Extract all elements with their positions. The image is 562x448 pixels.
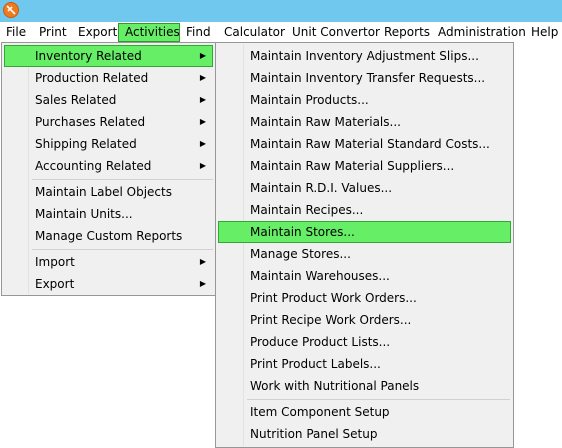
menu-item-label: Produce Product Lists... <box>250 335 391 349</box>
menu-item-maintain-inventory-transfer-requests[interactable]: Maintain Inventory Transfer Requests... <box>218 67 511 89</box>
submenu-arrow-icon: ▶ <box>199 51 206 60</box>
menu-item-maintain-label-objects[interactable]: Maintain Label Objects <box>4 181 213 203</box>
menu-item-label: Maintain Stores... <box>250 225 355 239</box>
menu-item-label: Maintain Units... <box>35 207 133 221</box>
menu-item-maintain-rdi-values[interactable]: Maintain R.D.I. Values... <box>218 177 511 199</box>
menu-item-label: Accounting Related <box>35 159 152 173</box>
menu-file[interactable]: File <box>6 23 26 42</box>
menu-item-maintain-raw-material-standard-costs[interactable]: Maintain Raw Material Standard Costs... <box>218 133 511 155</box>
menu-item-maintain-recipes[interactable]: Maintain Recipes... <box>218 199 511 221</box>
menu-item-label: Inventory Related <box>35 49 142 63</box>
menu-item-nutrition-panel-setup[interactable]: Nutrition Panel Setup <box>218 423 511 445</box>
menu-item-sales-related[interactable]: Sales Related ▶ <box>4 89 213 111</box>
menu-item-label: Print Product Labels... <box>250 357 381 371</box>
menu-find[interactable]: Find <box>186 23 211 42</box>
menu-item-label: Print Product Work Orders... <box>250 291 417 305</box>
menu-separator <box>32 179 213 180</box>
menu-item-production-related[interactable]: Production Related ▶ <box>4 67 213 89</box>
menu-item-manage-custom-reports[interactable]: Manage Custom Reports <box>4 225 213 247</box>
menu-item-label: Maintain Products... <box>250 93 369 107</box>
menu-item-label: Maintain Inventory Adjustment Slips... <box>250 49 479 63</box>
menu-item-produce-product-lists[interactable]: Produce Product Lists... <box>218 331 511 353</box>
menu-item-manage-stores[interactable]: Manage Stores... <box>218 243 511 265</box>
menu-item-label: Maintain Recipes... <box>250 203 364 217</box>
submenu-arrow-icon: ▶ <box>199 73 206 82</box>
menu-item-label: Shipping Related <box>35 137 137 151</box>
inventory-related-submenu: Maintain Inventory Adjustment Slips... M… <box>215 42 514 448</box>
menu-administration[interactable]: Administration <box>438 23 526 42</box>
menu-item-maintain-raw-material-suppliers[interactable]: Maintain Raw Material Suppliers... <box>218 155 511 177</box>
menu-help[interactable]: Help <box>531 23 558 42</box>
menu-item-maintain-products[interactable]: Maintain Products... <box>218 89 511 111</box>
menu-print[interactable]: Print <box>39 23 67 42</box>
menu-item-maintain-stores[interactable]: Maintain Stores... <box>218 221 511 243</box>
submenu-arrow-icon: ▶ <box>199 139 206 148</box>
menu-item-label: Production Related <box>35 71 149 85</box>
menu-item-label: Print Recipe Work Orders... <box>250 313 412 327</box>
menu-item-label: Maintain Warehouses... <box>250 269 390 283</box>
menu-item-inventory-related[interactable]: Inventory Related ▶ <box>4 45 213 67</box>
menu-item-import[interactable]: Import ▶ <box>4 251 213 273</box>
menu-separator <box>247 399 510 400</box>
menu-item-label: Work with Nutritional Panels <box>250 379 420 393</box>
submenu-arrow-icon: ▶ <box>199 279 206 288</box>
menu-item-label: Maintain Raw Materials... <box>250 115 401 129</box>
menu-item-item-component-setup[interactable]: Item Component Setup <box>218 401 511 423</box>
menu-item-maintain-raw-materials[interactable]: Maintain Raw Materials... <box>218 111 511 133</box>
menu-item-print-product-labels[interactable]: Print Product Labels... <box>218 353 511 375</box>
menu-item-label: Sales Related <box>35 93 117 107</box>
menu-item-label: Maintain Inventory Transfer Requests... <box>250 71 486 85</box>
menu-item-maintain-units[interactable]: Maintain Units... <box>4 203 213 225</box>
submenu-arrow-icon: ▶ <box>199 117 206 126</box>
menu-item-label: Maintain Raw Material Standard Costs... <box>250 137 490 151</box>
menu-item-label: Maintain Label Objects <box>35 185 172 199</box>
menu-item-label: Item Component Setup <box>250 405 390 419</box>
menu-item-label: Export <box>35 277 75 291</box>
menu-item-export[interactable]: Export ▶ <box>4 273 213 295</box>
menu-separator <box>32 249 213 250</box>
menu-unit-convertor[interactable]: Unit Convertor <box>292 23 380 42</box>
menu-bar: File Print Export Activities Find Calcul… <box>0 22 562 43</box>
menu-export[interactable]: Export <box>78 23 117 42</box>
menu-item-print-recipe-work-orders[interactable]: Print Recipe Work Orders... <box>218 309 511 331</box>
menu-activities[interactable]: Activities <box>118 23 180 42</box>
menu-item-shipping-related[interactable]: Shipping Related ▶ <box>4 133 213 155</box>
menu-reports[interactable]: Reports <box>384 23 430 42</box>
menu-item-maintain-warehouses[interactable]: Maintain Warehouses... <box>218 265 511 287</box>
submenu-arrow-icon: ▶ <box>199 161 206 170</box>
menu-item-print-product-work-orders[interactable]: Print Product Work Orders... <box>218 287 511 309</box>
title-bar <box>0 0 562 22</box>
submenu-arrow-icon: ▶ <box>199 257 206 266</box>
menu-item-label: Nutrition Panel Setup <box>250 427 378 441</box>
menu-item-label: Manage Custom Reports <box>35 229 183 243</box>
menu-item-label: Import <box>35 255 75 269</box>
menu-item-work-with-nutritional-panels[interactable]: Work with Nutritional Panels <box>218 375 511 397</box>
menu-item-label: Maintain R.D.I. Values... <box>250 181 393 195</box>
menu-item-label: Manage Stores... <box>250 247 351 261</box>
menu-item-maintain-inventory-adjustment-slips[interactable]: Maintain Inventory Adjustment Slips... <box>218 45 511 67</box>
menu-item-purchases-related[interactable]: Purchases Related ▶ <box>4 111 213 133</box>
menu-calculator[interactable]: Calculator <box>224 23 285 42</box>
menu-item-accounting-related[interactable]: Accounting Related ▶ <box>4 155 213 177</box>
menu-item-label: Maintain Raw Material Suppliers... <box>250 159 455 173</box>
menu-item-label: Purchases Related <box>35 115 146 129</box>
activities-menu: Inventory Related ▶ Production Related ▶… <box>1 42 216 296</box>
app-logo-icon[interactable] <box>3 2 19 18</box>
submenu-arrow-icon: ▶ <box>199 95 206 104</box>
